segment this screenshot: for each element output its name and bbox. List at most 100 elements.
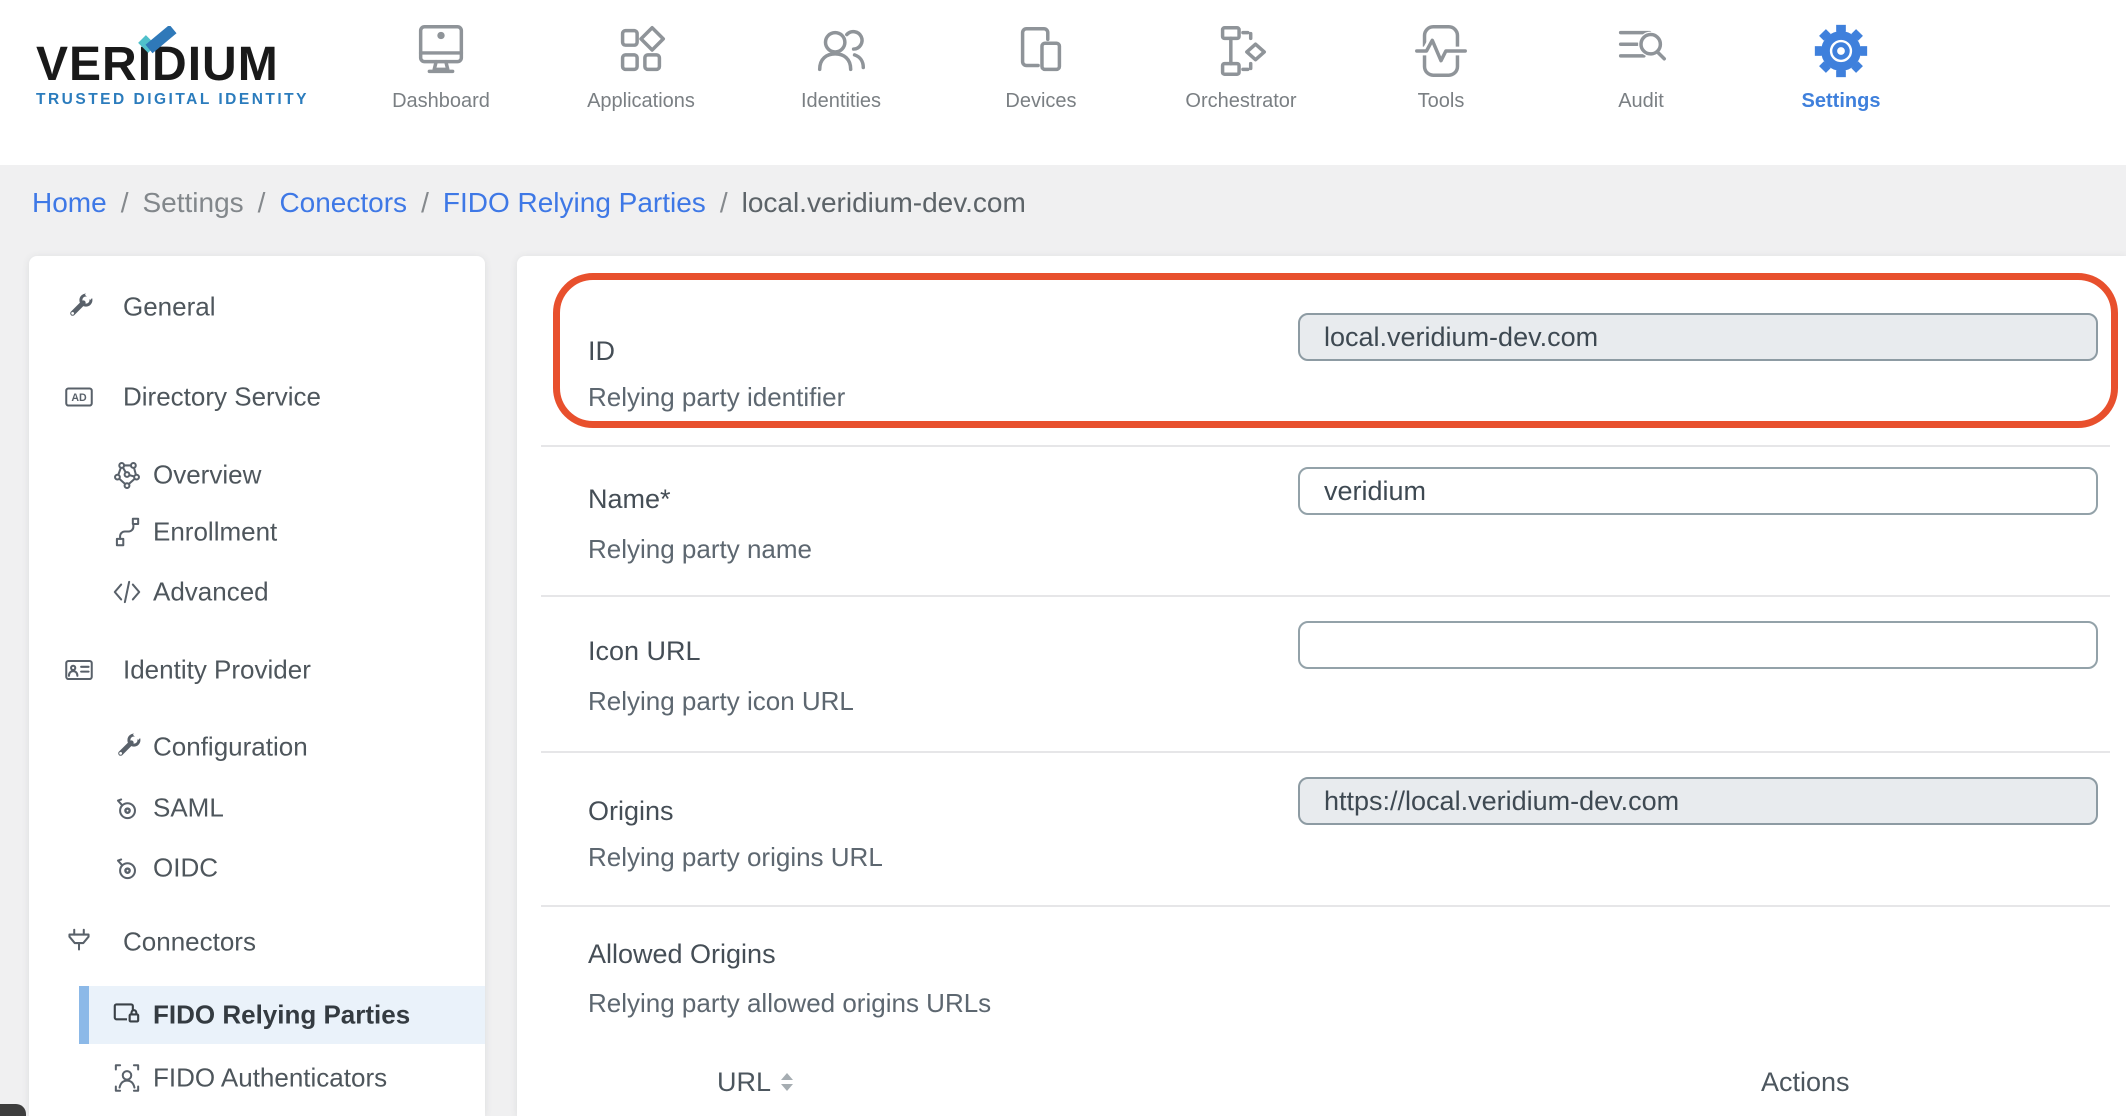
sidebar-item-label: FIDO Authenticators	[153, 1062, 388, 1093]
nav-item-audit[interactable]: Audit	[1541, 0, 1741, 165]
sidebar-item-fido-authenticators[interactable]: FIDO Authenticators	[29, 1049, 485, 1107]
table-header-url[interactable]: URL	[717, 1062, 794, 1102]
name-field-label: Name*	[588, 484, 671, 514]
table-header-actions: Actions	[1761, 1062, 1850, 1102]
allowed-origins-label: Allowed Origins	[588, 939, 776, 969]
brand-tagline: TRUSTED DIGITAL IDENTITY	[36, 91, 309, 108]
sidebar-item-label: Configuration	[153, 731, 308, 762]
id-field-label: ID	[588, 336, 615, 366]
sidebar-item-label: OIDC	[153, 852, 218, 883]
divider	[541, 905, 2110, 907]
origins-input	[1298, 777, 2098, 825]
devices-icon	[1020, 26, 1062, 72]
allowed-origins-sublabel: Relying party allowed origins URLs	[588, 988, 992, 1018]
nav-label: Dashboard	[392, 90, 490, 112]
id-card-icon	[65, 659, 93, 681]
nav-item-identities[interactable]: Identities	[741, 0, 941, 165]
app-header: VERIDIUM TRUSTED DIGITAL IDENTITY Dashbo…	[0, 0, 2126, 165]
nav-item-applications[interactable]: Applications	[541, 0, 741, 165]
sidebar-item-label: FIDO Relying Parties	[153, 999, 411, 1030]
tools-icon	[1412, 25, 1470, 77]
icon-url-input[interactable]	[1298, 621, 2098, 669]
brand-name: VERIDIUM	[36, 38, 279, 91]
sidebar-item-identity-provider[interactable]: Identity Provider	[29, 641, 485, 699]
settings-gear-icon	[1814, 24, 1868, 78]
table-header-url-label: URL	[717, 1067, 772, 1097]
breadcrumb-separator: /	[421, 187, 429, 218]
logo-checkmark-icon	[138, 26, 177, 54]
divider	[541, 751, 2110, 753]
veridium-admin-app: VERIDIUM TRUSTED DIGITAL IDENTITY Dashbo…	[0, 0, 2126, 1116]
veridium-logo: VERIDIUM TRUSTED DIGITAL IDENTITY	[36, 24, 336, 109]
sidebar-item-label: General	[123, 291, 216, 322]
sort-icon[interactable]	[781, 1073, 794, 1091]
svg-text:AD: AD	[71, 392, 87, 404]
sidebar-item-directory-service[interactable]: AD Directory Service	[29, 368, 485, 426]
nav-label: Settings	[1801, 90, 1881, 112]
identities-icon	[817, 29, 866, 72]
sidebar-item-general[interactable]: General	[29, 278, 485, 336]
sidebar-item-label: Identity Provider	[123, 654, 311, 685]
breadcrumb-separator: /	[257, 187, 266, 218]
nav-item-devices[interactable]: Devices	[941, 0, 1141, 165]
chat-widget-notch[interactable]	[0, 1104, 26, 1116]
divider	[541, 445, 2110, 447]
divider	[541, 595, 2110, 597]
orchestrator-icon	[1220, 26, 1266, 76]
nav-item-settings[interactable]: Settings	[1741, 0, 1941, 165]
breadcrumb-settings: Settings	[142, 187, 244, 218]
wrench-icon	[70, 290, 96, 316]
sidebar-item-connectors[interactable]: Connectors	[29, 913, 485, 971]
sidebar-item-label: Enrollment	[153, 516, 278, 547]
network-graph-icon	[114, 462, 140, 490]
nav-item-tools[interactable]: Tools	[1341, 0, 1541, 165]
sidebar-item-overview[interactable]: Overview	[29, 446, 485, 504]
breadcrumb-separator: /	[120, 187, 129, 218]
sidebar-item-label: Overview	[153, 459, 262, 490]
relying-party-form: ID Relying party identifier Name* Relyin…	[517, 256, 2126, 1116]
nav-label: Audit	[1618, 90, 1664, 112]
sidebar-item-label: Advanced	[153, 576, 269, 607]
nav-label: Orchestrator	[1185, 90, 1297, 112]
nav-item-dashboard[interactable]: Dashboard	[341, 0, 541, 165]
sidebar-item-label: Connectors	[123, 926, 256, 957]
sidebar-item-saml[interactable]: SAML	[29, 779, 485, 837]
nav-label: Identities	[800, 90, 882, 112]
plug-icon	[68, 928, 90, 951]
table-header-actions-label: Actions	[1761, 1067, 1850, 1097]
id-field-sublabel: Relying party identifier	[588, 382, 846, 412]
sidebar-item-label: SAML	[153, 792, 224, 823]
audit-icon	[1618, 30, 1666, 61]
nav-label: Devices	[1005, 90, 1077, 112]
wrench-icon	[118, 730, 144, 756]
sidebar-item-label: Directory Service	[123, 381, 321, 412]
breadcrumb-separator: /	[719, 187, 728, 218]
person-scan-icon	[114, 1064, 140, 1092]
key-circle-icon	[116, 858, 136, 880]
sidebar-item-advanced[interactable]: Advanced	[29, 563, 485, 621]
sidebar-item-fido-relying-parties[interactable]: FIDO Relying Parties	[79, 986, 485, 1044]
applications-icon	[620, 26, 666, 72]
breadcrumb-fido-relying-parties-link[interactable]: FIDO Relying Parties	[443, 187, 706, 219]
name-field-sublabel: Relying party name	[588, 534, 812, 564]
icon-url-field-sublabel: Relying party icon URL	[588, 686, 854, 716]
sidebar-item-oidc[interactable]: OIDC	[29, 839, 485, 897]
name-input[interactable]	[1298, 467, 2098, 515]
breadcrumb-home-link[interactable]: Home	[32, 187, 107, 219]
dashboard-icon	[418, 25, 464, 74]
breadcrumb-current-page: local.veridium-dev.com	[741, 187, 1026, 218]
key-circle-icon	[116, 798, 136, 820]
enrollment-flow-icon	[115, 517, 140, 547]
nav-item-orchestrator[interactable]: Orchestrator	[1141, 0, 1341, 165]
origins-field-label: Origins	[588, 796, 674, 826]
top-nav: Dashboard Applications Identities Device…	[341, 0, 1941, 165]
breadcrumb-conectors-link[interactable]: Conectors	[279, 187, 407, 219]
nav-label: Tools	[1417, 90, 1465, 112]
code-icon	[113, 580, 141, 604]
settings-sidebar: General AD Directory Service Overview En…	[29, 256, 485, 1116]
sidebar-item-enrollment[interactable]: Enrollment	[29, 503, 485, 561]
sidebar-item-configuration[interactable]: Configuration	[29, 718, 485, 776]
active-directory-icon: AD	[65, 387, 93, 407]
nav-label: Applications	[587, 90, 695, 112]
origins-field-sublabel: Relying party origins URL	[588, 842, 883, 872]
